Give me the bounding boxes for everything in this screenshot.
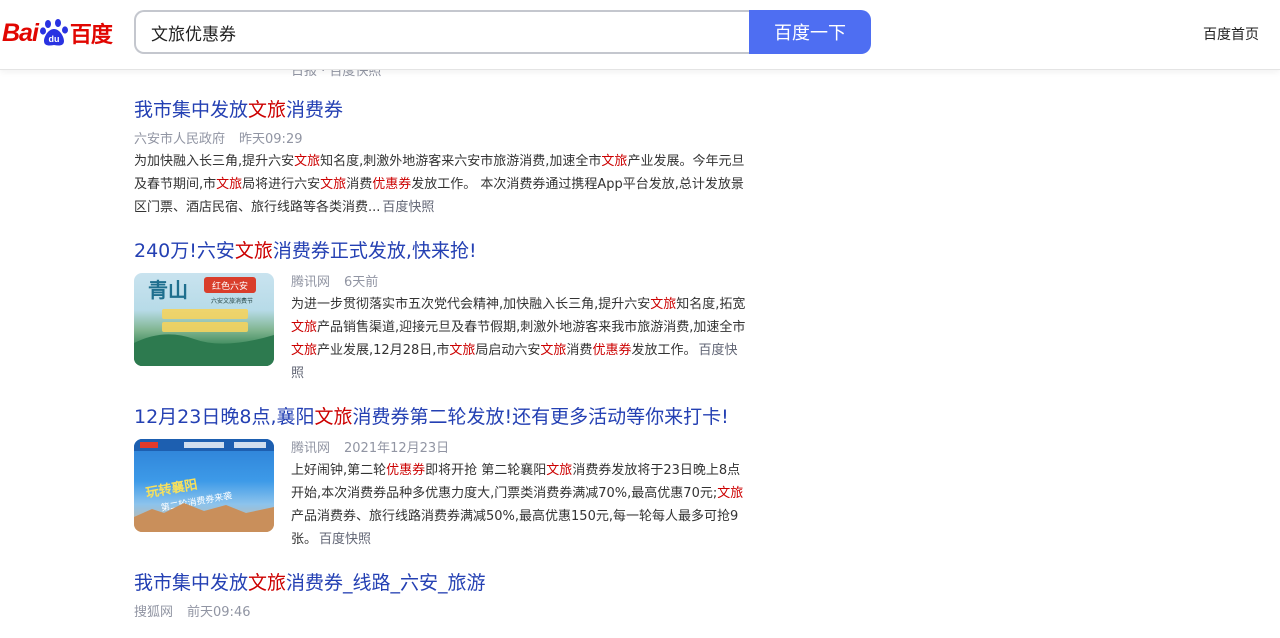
result-item: 240万!六安文旅消费券正式发放,快来抢! 青山 红色六安 六安文旅消费节 腾讯… bbox=[134, 237, 754, 385]
snippet-highlight: 文旅 bbox=[294, 154, 321, 169]
snippet-highlight: 文旅 bbox=[291, 343, 318, 358]
title-highlight: 文旅 bbox=[314, 406, 353, 428]
result-media: 青山 红色六安 六安文旅消费节 腾讯网 6天前 为进一步贯彻落实市五次党代会精神,… bbox=[134, 273, 754, 385]
snippet-highlight: 优惠券 bbox=[372, 177, 412, 192]
result-source: 腾讯网 bbox=[291, 441, 331, 456]
snippet-text: 知名度,拓宽 bbox=[676, 297, 746, 312]
snippet-text: 为进一步贯彻落实市五次党代会精神,加快融入长三角,提升六安 bbox=[291, 297, 651, 312]
cache-link[interactable]: 百度快照 bbox=[319, 532, 371, 547]
result-title[interactable]: 我市集中发放文旅消费券 bbox=[134, 96, 754, 124]
result-title[interactable]: 我市集中发放文旅消费券_线路_六安_旅游 bbox=[134, 569, 754, 597]
snippet-highlight: 优惠券 bbox=[592, 343, 632, 358]
result-body: 腾讯网 6天前 为进一步贯彻落实市五次党代会精神,加快融入长三角,提升六安文旅知名… bbox=[291, 273, 746, 385]
result-snippet: 为加快融入长三角,提升六安文旅知名度,刺激外地游客来六安市旅游消费,加速全市文旅… bbox=[134, 150, 746, 219]
result-meta: 腾讯网 2021年12月23日 bbox=[291, 439, 746, 459]
result-time: 2021年12月23日 bbox=[344, 441, 450, 456]
svg-text:du: du bbox=[48, 34, 59, 44]
result-time: 6天前 bbox=[344, 275, 379, 290]
thumb-badge-text: 红色六安 bbox=[212, 280, 248, 292]
title-highlight: 文旅 bbox=[248, 572, 287, 594]
result-thumbnail[interactable]: 青山 红色六安 六安文旅消费节 bbox=[134, 273, 274, 366]
snippet-highlight: 文旅 bbox=[540, 343, 567, 358]
logo-text-baidu: 百度 bbox=[69, 23, 113, 48]
snippet-highlight: 文旅 bbox=[650, 297, 677, 312]
result-snippet: 上好闹钟,第二轮优惠券即将开抢 第二轮襄阳文旅消费券发放将于23日晚上8点开始,… bbox=[291, 459, 746, 551]
snippet-text: 局启动六安 bbox=[475, 343, 541, 358]
search-input[interactable] bbox=[134, 10, 749, 54]
snippet-text: 为加快融入长三角,提升六安 bbox=[134, 154, 295, 169]
result-time: 前天09:46 bbox=[187, 605, 251, 620]
thumbnail-graphic: 青山 红色六安 六安文旅消费节 bbox=[134, 277, 274, 366]
snippet-text: 发放工作。 bbox=[631, 343, 697, 358]
result-media: 玩转襄阳 第二轮消费券来袭 腾讯网 2021年12月23日 上好闹钟,第二轮优惠券… bbox=[134, 439, 754, 551]
snippet-highlight: 优惠券 bbox=[386, 463, 426, 478]
top-bar: Bai du 百度 百度一下 百度首页 bbox=[0, 0, 1280, 70]
snippet-highlight: 文旅 bbox=[601, 154, 628, 169]
cache-link[interactable]: 百度快照 bbox=[382, 200, 434, 215]
result-body: 腾讯网 2021年12月23日 上好闹钟,第二轮优惠券即将开抢 第二轮襄阳文旅消费… bbox=[291, 439, 746, 551]
result-source: 六安市人民政府 bbox=[134, 132, 226, 147]
thumb-strip bbox=[162, 309, 248, 319]
snippet-highlight: 文旅 bbox=[717, 486, 744, 501]
baidu-logo[interactable]: Bai du 百度 bbox=[2, 13, 113, 53]
search-button[interactable]: 百度一下 bbox=[749, 10, 871, 54]
snippet-text: 消费 bbox=[346, 177, 373, 192]
result-meta: 腾讯网 6天前 bbox=[291, 273, 746, 293]
thumb-subtitle: 六安文旅消费节 bbox=[211, 297, 253, 305]
result-time: 昨天09:29 bbox=[239, 132, 303, 147]
title-highlight: 文旅 bbox=[248, 99, 287, 121]
snippet-text: 消费 bbox=[566, 343, 593, 358]
thumb-hills bbox=[134, 334, 274, 366]
title-text: 消费券正式发放,快来抢! bbox=[272, 240, 477, 262]
snippet-highlight: 文旅 bbox=[320, 177, 347, 192]
snippet-highlight: 文旅 bbox=[546, 463, 573, 478]
result-source: 腾讯网 bbox=[291, 275, 331, 290]
thumb-logo-mark bbox=[184, 442, 224, 448]
snippet-text: 即将开抢 第二轮襄阳 bbox=[425, 463, 547, 478]
thumb-slogan: 玩转襄阳 bbox=[145, 476, 199, 501]
paw-icon: du bbox=[39, 19, 68, 46]
results-list: 我市集中发放文旅消费券 六安市人民政府 昨天09:29 为加快融入长三角,提升六安… bbox=[134, 96, 754, 638]
title-text: 消费券 bbox=[286, 99, 344, 121]
snippet-highlight: 文旅 bbox=[449, 343, 476, 358]
baidu-home-link[interactable]: 百度首页 bbox=[1203, 24, 1259, 44]
snippet-text: 知名度,刺激外地游客来六安市旅游消费,加速全市 bbox=[320, 154, 602, 169]
title-text: 我市集中发放 bbox=[134, 572, 249, 594]
search-bar: 百度一下 bbox=[134, 10, 871, 54]
logo-text-bai: Bai bbox=[2, 18, 39, 47]
snippet-text: 产业发展,12月28日,市 bbox=[317, 343, 450, 358]
result-thumbnail[interactable]: 玩转襄阳 第二轮消费券来袭 bbox=[134, 439, 274, 532]
result-meta: 搜狐网 前天09:46 bbox=[134, 603, 754, 623]
title-highlight: 文旅 bbox=[234, 240, 273, 262]
title-text: 消费券第二轮发放!还有更多活动等你来打卡! bbox=[352, 406, 729, 428]
result-item: 12月23日晚8点,襄阳文旅消费券第二轮发放!还有更多活动等你来打卡! 玩转襄阳… bbox=[134, 403, 754, 551]
title-text: 240万!六安 bbox=[134, 240, 235, 262]
thumb-logo-mark bbox=[140, 442, 158, 448]
thumbnail-graphic: 玩转襄阳 第二轮消费券来袭 bbox=[134, 439, 274, 532]
snippet-text: 产品销售渠道,迎接元旦及春节假期,刺激外地游客来我市旅游消费,加速全市 bbox=[317, 320, 746, 335]
result-meta: 六安市人民政府 昨天09:29 bbox=[134, 130, 754, 150]
title-text: 我市集中发放 bbox=[134, 99, 249, 121]
result-title[interactable]: 12月23日晚8点,襄阳文旅消费券第二轮发放!还有更多活动等你来打卡! bbox=[134, 403, 754, 431]
title-text: 消费券_线路_六安_旅游 bbox=[286, 572, 486, 594]
result-source: 搜狐网 bbox=[134, 605, 174, 620]
thumb-strip bbox=[162, 322, 248, 332]
result-item: 我市集中发放文旅消费券 六安市人民政府 昨天09:29 为加快融入长三角,提升六安… bbox=[134, 96, 754, 219]
title-text: 12月23日晚8点,襄阳 bbox=[134, 406, 315, 428]
result-title[interactable]: 240万!六安文旅消费券正式发放,快来抢! bbox=[134, 237, 754, 265]
thumb-title: 青山 bbox=[148, 278, 188, 302]
snippet-highlight: 文旅 bbox=[216, 177, 243, 192]
result-snippet: 为进一步贯彻落实市五次党代会精神,加快融入长三角,提升六安文旅知名度,拓宽文旅产… bbox=[291, 293, 746, 385]
snippet-text: 上好闹钟,第二轮 bbox=[291, 463, 387, 478]
thumb-city bbox=[134, 503, 274, 532]
snippet-highlight: 文旅 bbox=[291, 320, 318, 335]
thumb-logo-mark bbox=[234, 442, 266, 448]
result-item: 我市集中发放文旅消费券_线路_六安_旅游 搜狐网 前天09:46 bbox=[134, 569, 754, 623]
snippet-text: 局将进行六安 bbox=[242, 177, 321, 192]
